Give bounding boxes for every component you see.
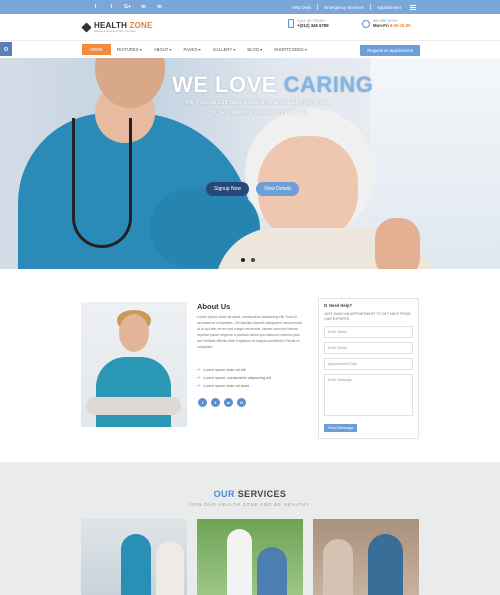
logo[interactable]: HEALTH ZONE Doctors & Nursing & Clinic T… xyxy=(81,21,153,33)
list-item: ✔ Lorem ipsum dolor sit amet xyxy=(197,383,250,388)
nav-about[interactable]: ABOUT ▾ xyxy=(148,44,178,55)
logo-title: HEALTH ZONE xyxy=(94,21,153,30)
about-text: Lorem ipsum dolor sit amet, consectetur … xyxy=(197,315,302,349)
sliders-icon: ⚙ xyxy=(3,46,9,53)
email-field[interactable]: Enter Email xyxy=(324,342,413,354)
hero-title: WE LOVE CARING xyxy=(172,72,374,97)
top-social-links: f t G+ in in xyxy=(92,4,163,10)
send-message-button[interactable]: Send Message xyxy=(324,424,358,432)
facebook-icon[interactable]: f xyxy=(198,398,207,407)
name-field[interactable]: Enter Name xyxy=(324,326,413,338)
about-checklist: ✔ Lorem ipsum dolor sit elit ✔ Lorem ipsum… xyxy=(197,367,271,388)
stethoscope-graphic xyxy=(72,118,132,248)
logo-word-zone: ZONE xyxy=(129,21,153,30)
linkedin-icon[interactable]: in xyxy=(224,398,233,407)
appointment-form: Need Help? JUST MAKE AN APPOINTMENT TO G… xyxy=(318,298,419,439)
menu-icon[interactable] xyxy=(410,4,416,10)
check-icon: ✔ xyxy=(197,383,201,388)
google-plus-icon[interactable]: G+ xyxy=(124,4,131,10)
message-field[interactable]: Enter Message xyxy=(324,374,413,416)
site-header: HEALTH ZONE Doctors & Nursing & Clinic T… xyxy=(0,14,500,40)
service-card-2[interactable] xyxy=(197,519,303,595)
divider xyxy=(369,4,371,10)
services-section: OUR SERVICES JOIN OUR HEALTH ZONE AND BE… xyxy=(0,462,500,595)
nav-pages[interactable]: PAGES ▾ xyxy=(177,44,206,55)
nav-blog[interactable]: BLOG ▾ xyxy=(241,44,268,55)
slider-dot-1[interactable] xyxy=(241,258,245,262)
checkbox-icon xyxy=(324,304,327,307)
emergency-services-link[interactable]: Emergency Services xyxy=(324,5,363,10)
service-card-3[interactable] xyxy=(313,519,419,595)
services-title: OUR SERVICES xyxy=(213,489,287,499)
list-item: ✔ Lorem ipsum dolor sit elit xyxy=(197,367,246,372)
settings-side-tab[interactable]: ⚙ xyxy=(0,42,12,56)
main-nav: HOME FEATURES ▾ ABOUT ▾ PAGES ▾ GALLERY … xyxy=(0,40,500,58)
phone-icon xyxy=(288,19,294,28)
list-item: ✔ Lorem ipsum, consectetur adipiscing eli… xyxy=(197,375,271,380)
google-icon[interactable]: G xyxy=(237,398,246,407)
hours-info: WE ARE OPEN Mon-Fri 8.00-16.00 xyxy=(362,19,411,28)
top-bar: f t G+ in in Help Desk Emergency Service… xyxy=(0,0,500,14)
check-icon: ✔ xyxy=(197,367,201,372)
nav-shortcodes[interactable]: SHORTCODES ▾ xyxy=(268,44,313,55)
nav-gallery[interactable]: GALLERY ▾ xyxy=(207,44,241,55)
form-description: JUST MAKE AN APPOINTMENT TO GET HELP FRO… xyxy=(324,312,411,321)
call-number: +(012) 345 6789 xyxy=(297,23,329,28)
check-icon: ✔ xyxy=(197,375,201,380)
logo-tagline: Doctors & Nursing & Clinic Template xyxy=(94,30,136,33)
about-image xyxy=(81,302,187,427)
call-info: CALL US TODAY! +(012) 345 6789 xyxy=(288,19,329,28)
signup-button[interactable]: Signup Now xyxy=(206,182,249,196)
nav-features[interactable]: FEATURES ▾ xyxy=(111,44,148,55)
slider-dot-2[interactable] xyxy=(251,258,255,262)
clock-icon xyxy=(362,19,370,28)
twitter-icon[interactable]: t xyxy=(108,4,115,10)
hero-subtitle: We Provide Our best opportunity and qual… xyxy=(185,100,331,116)
services-subtitle: JOIN OUR HEALTH ZONE AND BE HEALTHY. xyxy=(188,502,312,507)
twitter-icon[interactable]: t xyxy=(211,398,220,407)
open-hours: Mon-Fri 8.00-16.00 xyxy=(373,23,411,28)
view-details-button[interactable]: View Details xyxy=(255,182,300,196)
form-title: Need Help? xyxy=(324,303,413,308)
about-social-links: f t in G xyxy=(198,398,246,407)
logo-icon xyxy=(81,21,92,33)
service-card-1[interactable] xyxy=(81,519,187,595)
logo-word-health: HEALTH xyxy=(94,21,128,30)
divider xyxy=(317,4,319,10)
date-field[interactable]: Appointment Date xyxy=(324,358,413,370)
nav-home[interactable]: HOME xyxy=(82,44,111,55)
top-links: Help Desk Emergency Services Appointment xyxy=(292,4,416,10)
slider-dots xyxy=(241,258,255,262)
request-appointment-button[interactable]: Request an appointment xyxy=(360,45,420,56)
about-title: About Us xyxy=(197,302,231,311)
facebook-icon[interactable]: f xyxy=(92,4,99,10)
help-desk-link[interactable]: Help Desk xyxy=(292,5,312,10)
appointment-link[interactable]: Appointment xyxy=(377,5,401,10)
linkedin-icon[interactable]: in xyxy=(140,4,147,10)
linkedin-alt-icon[interactable]: in xyxy=(156,4,163,10)
